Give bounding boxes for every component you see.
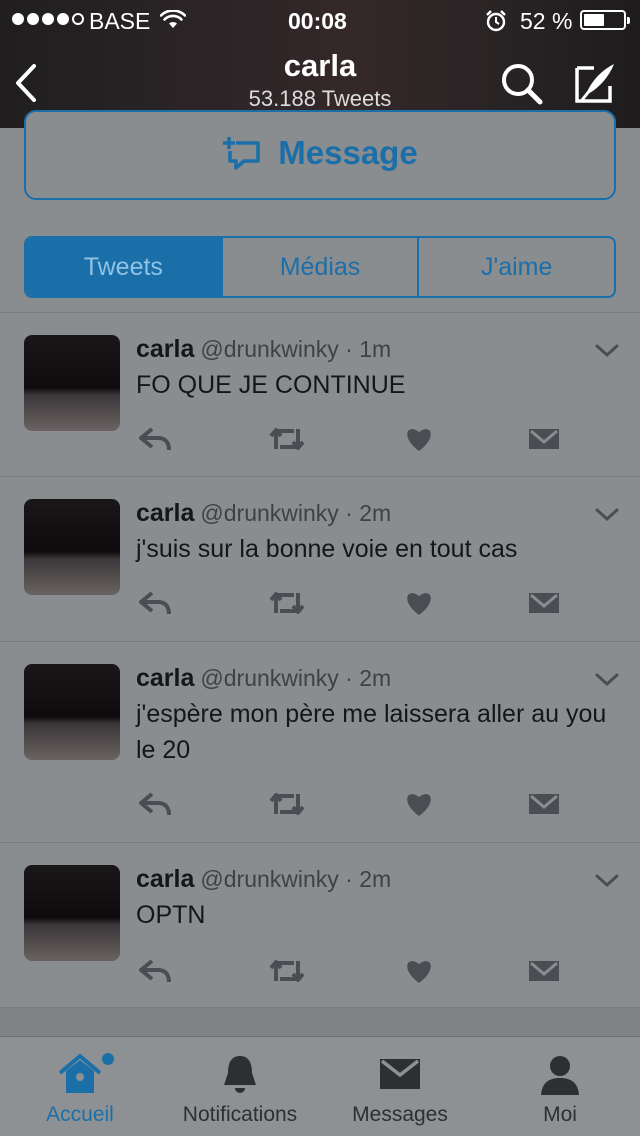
- tweet-author: carla @drunkwinky · 2m: [136, 865, 391, 894]
- status-time: 00:08: [288, 8, 347, 34]
- chevron-down-icon[interactable]: [594, 507, 620, 523]
- retweet-icon[interactable]: [268, 425, 306, 453]
- profile-header: BASE 00:08 52 % carla 53.188 Tweets: [0, 0, 640, 128]
- reply-icon[interactable]: [138, 790, 172, 818]
- tabbar-item-home[interactable]: Accueil: [0, 1037, 160, 1136]
- tabbar-label-me: Moi: [543, 1103, 577, 1126]
- author-name: carla: [136, 664, 195, 692]
- author-name: carla: [136, 499, 195, 527]
- direct-message-icon[interactable]: [528, 589, 560, 617]
- signal-strength-icon: [12, 13, 84, 25]
- compose-tweet-icon[interactable]: [572, 60, 618, 106]
- direct-message-icon[interactable]: [528, 790, 560, 818]
- tweet-text: j'suis sur la bonne voie en tout cas: [136, 535, 518, 563]
- retweet-icon[interactable]: [268, 957, 306, 985]
- profile-tabs: Tweets Médias J'aime: [24, 236, 616, 298]
- tweet-item[interactable]: carla @drunkwinky · 1m FO QUE JE CONTINUE: [0, 313, 640, 476]
- tabbar-item-me[interactable]: Moi: [480, 1037, 640, 1136]
- tweet-text: OPTN: [136, 901, 206, 929]
- message-button-label: Message: [278, 134, 418, 171]
- chevron-down-icon[interactable]: [594, 873, 620, 889]
- author-name: carla: [136, 865, 195, 893]
- tweet-author: carla @drunkwinky · 1m: [136, 335, 391, 364]
- like-icon[interactable]: [404, 425, 434, 453]
- tweet-author: carla @drunkwinky · 2m: [136, 499, 391, 528]
- tweet-actions: [136, 589, 576, 619]
- wifi-icon: [160, 10, 186, 28]
- avatar[interactable]: [24, 664, 120, 760]
- list-footer: [0, 1008, 640, 1036]
- reply-icon[interactable]: [138, 957, 172, 985]
- bell-icon: [224, 1056, 256, 1093]
- message-button[interactable]: Message: [24, 110, 616, 200]
- carrier-name: BASE: [89, 8, 151, 34]
- retweet-icon[interactable]: [268, 589, 306, 617]
- status-bar: BASE 00:08 52 %: [0, 0, 640, 40]
- like-icon[interactable]: [404, 790, 434, 818]
- author-handle: @drunkwinky · 2m: [200, 665, 392, 691]
- direct-message-icon[interactable]: [528, 425, 560, 453]
- tweet-text: FO QUE JE CONTINUE: [136, 371, 406, 399]
- tab-likes[interactable]: J'aime: [417, 238, 614, 296]
- tab-medias[interactable]: Médias: [220, 238, 418, 296]
- tabbar-item-messages[interactable]: Messages: [320, 1037, 480, 1136]
- tweet-item[interactable]: carla @drunkwinky · 2m j'suis sur la bonn…: [0, 477, 640, 641]
- alarm-icon: [486, 10, 506, 32]
- page-title: carla: [283, 48, 357, 83]
- tweet-actions: [136, 425, 576, 455]
- tabbar-label-home: Accueil: [46, 1103, 114, 1126]
- direct-message-icon[interactable]: [528, 957, 560, 985]
- author-handle: @drunkwinky · 2m: [200, 866, 392, 892]
- person-icon: [541, 1056, 579, 1095]
- envelope-icon: [380, 1059, 420, 1089]
- new-message-icon: [223, 137, 261, 170]
- tab-tweets[interactable]: Tweets: [26, 238, 221, 296]
- tweet-text: j'espère mon père me laissera aller au y…: [136, 700, 607, 764]
- tweet-author: carla @drunkwinky · 2m: [136, 664, 391, 693]
- author-handle: @drunkwinky · 1m: [200, 336, 392, 362]
- like-icon[interactable]: [404, 589, 434, 617]
- avatar[interactable]: [24, 865, 120, 961]
- tabbar-item-notifications[interactable]: Notifications: [160, 1037, 320, 1136]
- avatar[interactable]: [24, 335, 120, 431]
- like-icon[interactable]: [404, 957, 434, 985]
- battery-percent: 52 %: [520, 8, 573, 34]
- tweet-actions: [136, 957, 576, 987]
- tweet-count: 53.188 Tweets: [248, 86, 392, 111]
- tabbar-label-messages: Messages: [352, 1103, 448, 1126]
- reply-icon[interactable]: [138, 589, 172, 617]
- search-icon[interactable]: [500, 62, 544, 106]
- new-content-dot: [102, 1053, 114, 1065]
- home-icon: [58, 1054, 102, 1093]
- tweet-item[interactable]: carla @drunkwinky · 2m j'espère mon père …: [0, 642, 640, 842]
- battery-icon: [580, 10, 630, 30]
- author-name: carla: [136, 335, 195, 363]
- avatar[interactable]: [24, 499, 120, 595]
- chevron-down-icon[interactable]: [594, 672, 620, 688]
- reply-icon[interactable]: [138, 425, 172, 453]
- chevron-down-icon[interactable]: [594, 343, 620, 359]
- author-handle: @drunkwinky · 2m: [200, 500, 392, 526]
- tweet-actions: [136, 790, 576, 820]
- tabbar-label-notifications: Notifications: [182, 1103, 298, 1126]
- retweet-icon[interactable]: [268, 790, 306, 818]
- bottom-tab-bar: Accueil Notifications Messages Moi: [0, 1036, 640, 1136]
- tweet-item[interactable]: carla @drunkwinky · 2m OPTN: [0, 843, 640, 1008]
